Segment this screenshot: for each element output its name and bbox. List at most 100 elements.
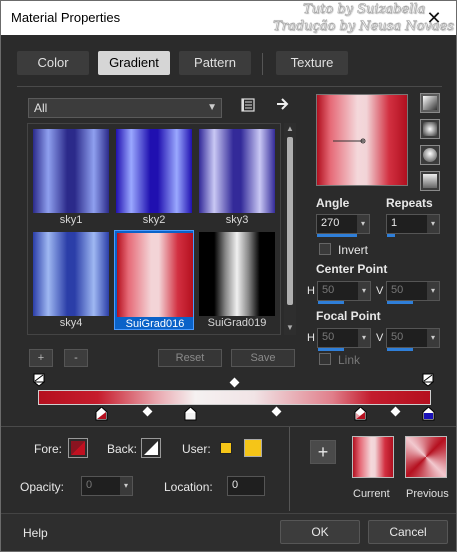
- title-bar: Material Properties Tuto by Suizabella T…: [1, 1, 456, 35]
- user-color-chip[interactable]: [244, 439, 262, 457]
- focal-v-label: V: [376, 332, 384, 344]
- gradient-thumbnail[interactable]: sky4: [31, 230, 111, 330]
- material-properties-dialog: Material Properties Tuto by Suizabella T…: [0, 0, 457, 552]
- gradient-swatch: [33, 129, 109, 213]
- chevron-down-icon: ▼: [207, 102, 217, 113]
- tab-divider: [262, 53, 263, 75]
- gradient-thumbnail[interactable]: sky3: [197, 127, 277, 227]
- watermark-line1: Tuto by Suizabella: [303, 2, 426, 17]
- repeats-spinner[interactable]: 1 ▾: [386, 214, 440, 237]
- window-title: Material Properties: [11, 10, 121, 25]
- radial-style-button[interactable]: [420, 171, 440, 191]
- angle-value: 270: [321, 217, 340, 229]
- center-h-slider[interactable]: [318, 301, 344, 304]
- rectangular-style-button[interactable]: [420, 119, 440, 139]
- center-h-spinner[interactable]: 50 ▾: [317, 281, 371, 304]
- add-to-swatches-button[interactable]: +: [310, 440, 336, 464]
- gradient-thumbnail[interactable]: SuiGrad016: [114, 230, 194, 330]
- location-spinner[interactable]: 0: [227, 476, 265, 496]
- gradient-swatch: [33, 232, 109, 316]
- spinner-arrow-icon[interactable]: ▾: [427, 282, 439, 300]
- repeats-label: Repeats: [386, 196, 433, 210]
- spinner-arrow-icon[interactable]: ▾: [427, 329, 439, 347]
- ok-button[interactable]: OK: [280, 520, 360, 544]
- scroll-up-icon[interactable]: ▲: [285, 124, 295, 134]
- sunburst-style-button[interactable]: [420, 145, 440, 165]
- center-h-label: H: [307, 285, 315, 297]
- dialog-footer: Help OK Cancel: [1, 513, 456, 551]
- help-button[interactable]: Help: [23, 526, 48, 540]
- focal-h-label: H: [307, 332, 315, 344]
- location-value: 0: [232, 479, 239, 491]
- spinner-arrow-icon[interactable]: ▾: [120, 477, 132, 495]
- linear-style-button[interactable]: [420, 93, 440, 113]
- scroll-down-icon[interactable]: ▼: [285, 323, 295, 333]
- tab-gradient[interactable]: Gradient: [98, 51, 170, 75]
- color-stop[interactable]: [95, 407, 108, 421]
- invert-checkbox[interactable]: [319, 243, 331, 255]
- spinner-arrow-icon[interactable]: ▾: [427, 215, 439, 233]
- color-midpoint[interactable]: [390, 406, 401, 417]
- link-checkbox[interactable]: [319, 353, 331, 365]
- angle-slider[interactable]: [317, 234, 357, 237]
- gradient-swatch: [117, 233, 193, 317]
- focal-h-spinner[interactable]: 50 ▾: [317, 328, 371, 351]
- color-midpoint[interactable]: [142, 406, 153, 417]
- opacity-stop-left[interactable]: [33, 373, 45, 387]
- fore-color-chip[interactable]: [68, 438, 88, 458]
- library-icon[interactable]: [241, 98, 255, 112]
- gradient-editor-bar[interactable]: [38, 390, 431, 405]
- save-button[interactable]: Save: [231, 349, 295, 367]
- cancel-button[interactable]: Cancel: [368, 520, 448, 544]
- spinner-arrow-icon[interactable]: ▾: [358, 329, 370, 347]
- back-label: Back:: [107, 442, 138, 456]
- focal-point-label: Focal Point: [316, 309, 381, 323]
- focal-h-slider[interactable]: [318, 348, 344, 351]
- back-color-chip[interactable]: [141, 438, 161, 458]
- opacity-stop-right[interactable]: [422, 373, 434, 387]
- angle-spinner[interactable]: 270 ▾: [316, 214, 370, 237]
- opacity-spinner[interactable]: 0 ▾: [81, 476, 133, 496]
- divider: [1, 426, 456, 427]
- user-color-radio[interactable]: [220, 442, 232, 454]
- gradient-preview[interactable]: [316, 94, 408, 186]
- repeats-slider[interactable]: [387, 234, 395, 237]
- previous-sample[interactable]: [405, 436, 447, 478]
- tab-color[interactable]: Color: [17, 51, 89, 75]
- scroll-thumb[interactable]: [287, 137, 293, 305]
- user-label: User:: [182, 442, 211, 456]
- remove-gradient-button[interactable]: -: [64, 349, 88, 367]
- gradient-thumbnail-label: sky1: [59, 214, 83, 226]
- color-stop[interactable]: [184, 407, 197, 421]
- center-v-slider[interactable]: [387, 301, 413, 304]
- gradient-thumbnail-label: sky4: [59, 317, 83, 329]
- tab-pattern[interactable]: Pattern: [179, 51, 251, 75]
- focal-v-slider[interactable]: [387, 348, 413, 351]
- opacity-midpoint[interactable]: [229, 377, 240, 388]
- focal-v-spinner[interactable]: 50 ▾: [386, 328, 440, 351]
- arrow-right-icon[interactable]: [276, 97, 290, 111]
- gradient-thumbnail[interactable]: SuiGrad019: [197, 230, 277, 330]
- location-label: Location:: [164, 480, 213, 494]
- spinner-arrow-icon[interactable]: ▾: [357, 215, 369, 233]
- gallery-scrollbar[interactable]: ▲ ▼: [284, 123, 296, 335]
- close-icon[interactable]: ✕: [412, 1, 456, 35]
- add-gradient-button[interactable]: +: [29, 349, 53, 367]
- color-stop-selected[interactable]: [422, 407, 435, 421]
- gradient-thumbnail[interactable]: sky1: [31, 127, 111, 227]
- center-v-label: V: [376, 285, 384, 297]
- reset-button[interactable]: Reset: [158, 349, 222, 367]
- category-value: All: [34, 101, 48, 115]
- tab-texture[interactable]: Texture: [276, 51, 348, 75]
- invert-label: Invert: [338, 243, 369, 257]
- gradient-thumbnail-label: sky2: [142, 214, 166, 226]
- gradient-thumbnail[interactable]: sky2: [114, 127, 194, 227]
- gradient-swatch: [199, 232, 275, 316]
- category-dropdown[interactable]: All ▼: [28, 98, 222, 118]
- center-v-spinner[interactable]: 50 ▾: [386, 281, 440, 304]
- color-midpoint[interactable]: [271, 406, 282, 417]
- color-stop[interactable]: [354, 407, 367, 421]
- previous-label: Previous: [406, 488, 449, 500]
- spinner-arrow-icon[interactable]: ▾: [358, 282, 370, 300]
- current-label: Current: [353, 488, 390, 500]
